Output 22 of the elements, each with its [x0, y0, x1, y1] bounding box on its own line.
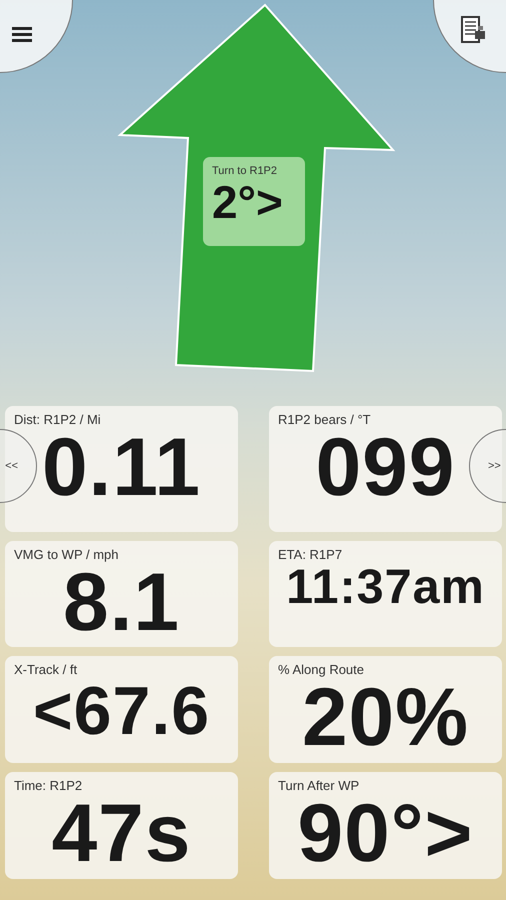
- turn-value: 2°>: [212, 179, 283, 225]
- card-label: Dist: R1P2 / Mi: [14, 412, 101, 427]
- card-label: VMG to WP / mph: [14, 547, 119, 562]
- card-value: 8.1: [63, 564, 180, 642]
- card-label: R1P2 bears / °T: [278, 412, 371, 427]
- card-value: 90°>: [298, 795, 474, 873]
- next-button[interactable]: >>: [469, 429, 506, 503]
- card-value: 47s: [52, 795, 192, 873]
- card-label: % Along Route: [278, 662, 364, 677]
- card-value: 11:37am: [286, 564, 485, 610]
- document-icon: [461, 16, 487, 44]
- menu-icon: [12, 25, 34, 43]
- card-label: ETA: R1P7: [278, 547, 342, 562]
- card-value: 0.11: [42, 429, 202, 507]
- card-label: Time: R1P2: [14, 778, 82, 793]
- turn-label: Turn to R1P2: [212, 165, 278, 177]
- card-value: 099: [316, 429, 456, 507]
- previous-button[interactable]: <<: [0, 429, 37, 503]
- card-label: X-Track / ft: [14, 662, 78, 677]
- card-label: Turn After WP: [278, 778, 360, 793]
- card-value: 20%: [302, 679, 470, 757]
- card-value: <67.6: [32, 679, 210, 744]
